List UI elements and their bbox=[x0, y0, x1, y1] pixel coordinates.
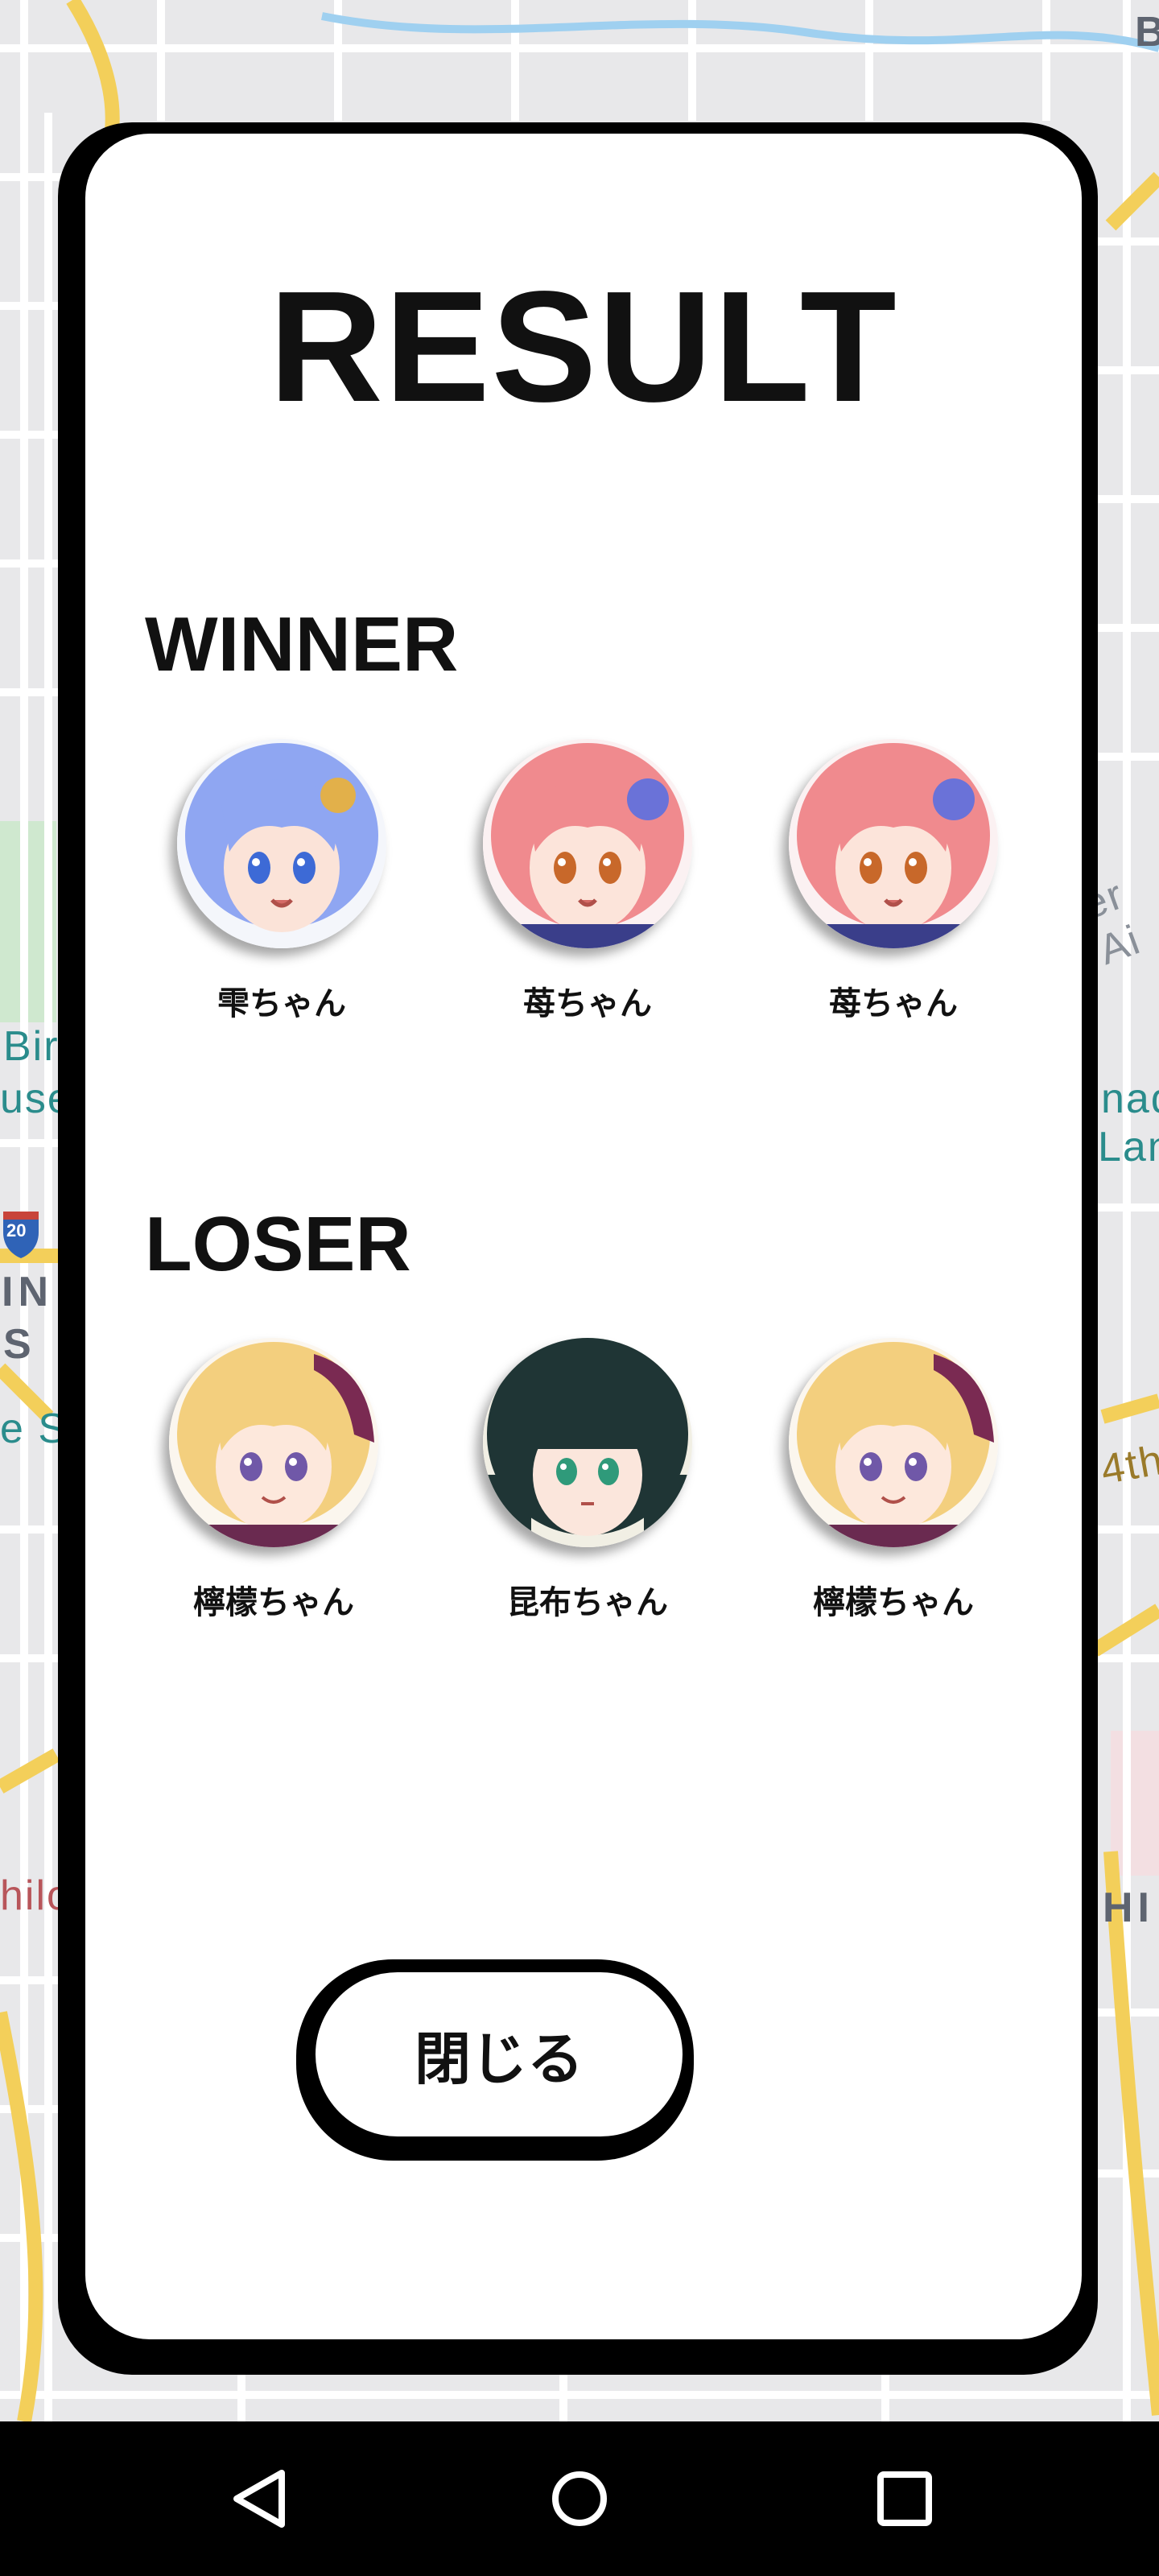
character-portrait-icon bbox=[789, 739, 998, 948]
winner-list: 雫ちゃん 苺ちゃん 苺ちゃん bbox=[85, 739, 1082, 1061]
map-label-nad: nad bbox=[1101, 1075, 1159, 1122]
character-name: 雫ちゃん bbox=[217, 985, 346, 1022]
map-label-land: Land bbox=[1098, 1124, 1159, 1170]
system-navigation-bar bbox=[0, 2421, 1159, 2576]
character-avatar bbox=[483, 1338, 692, 1547]
character-name: 檸檬ちゃん bbox=[193, 1584, 354, 1621]
back-triangle-icon bbox=[233, 2470, 285, 2528]
character-name: 苺ちゃん bbox=[523, 985, 652, 1022]
character-avatar bbox=[789, 1338, 998, 1547]
winner-item: 苺ちゃん bbox=[459, 739, 716, 1024]
map-label-in: IN bbox=[2, 1269, 53, 1315]
character-name: 檸檬ちゃん bbox=[813, 1584, 974, 1621]
back-button[interactable] bbox=[179, 2421, 340, 2576]
map-label-top-right: B bbox=[1135, 9, 1159, 56]
map-shield-label: 20 bbox=[6, 1220, 27, 1241]
character-avatar bbox=[789, 739, 998, 948]
character-avatar bbox=[177, 739, 386, 948]
character-name: 苺ちゃん bbox=[829, 985, 958, 1022]
recents-square-icon bbox=[877, 2471, 932, 2526]
winner-item: 雫ちゃん bbox=[153, 739, 410, 1024]
close-button[interactable]: 閉じる bbox=[307, 1964, 691, 2145]
loser-item: 檸檬ちゃん bbox=[765, 1338, 1022, 1623]
winner-heading: WINNER bbox=[145, 601, 459, 687]
home-circle-icon bbox=[552, 2471, 607, 2526]
character-portrait-icon bbox=[169, 1338, 378, 1547]
character-portrait-icon bbox=[483, 1338, 692, 1547]
loser-item: 檸檬ちゃん bbox=[145, 1338, 402, 1623]
character-portrait-icon bbox=[177, 739, 386, 948]
home-button[interactable] bbox=[499, 2421, 660, 2576]
recents-button[interactable] bbox=[824, 2421, 985, 2576]
loser-list: 檸檬ちゃん 昆布ちゃん 檸檬ちゃん bbox=[85, 1338, 1082, 1660]
dialog-title: RESULT bbox=[269, 258, 898, 435]
character-portrait-icon bbox=[483, 739, 692, 948]
loser-item: 昆布ちゃん bbox=[459, 1338, 716, 1623]
character-avatar bbox=[483, 739, 692, 948]
winner-item: 苺ちゃん bbox=[765, 739, 1022, 1024]
character-portrait-icon bbox=[789, 1338, 998, 1547]
map-label-hi: HI bbox=[1103, 1885, 1154, 1931]
map-label-4th: 4th bbox=[1097, 1436, 1159, 1494]
map-label-bird: Bir bbox=[3, 1023, 60, 1070]
character-name: 昆布ちゃん bbox=[507, 1584, 668, 1621]
character-avatar bbox=[169, 1338, 378, 1547]
loser-heading: LOSER bbox=[145, 1201, 411, 1287]
map-label-s: S bbox=[3, 1321, 36, 1368]
